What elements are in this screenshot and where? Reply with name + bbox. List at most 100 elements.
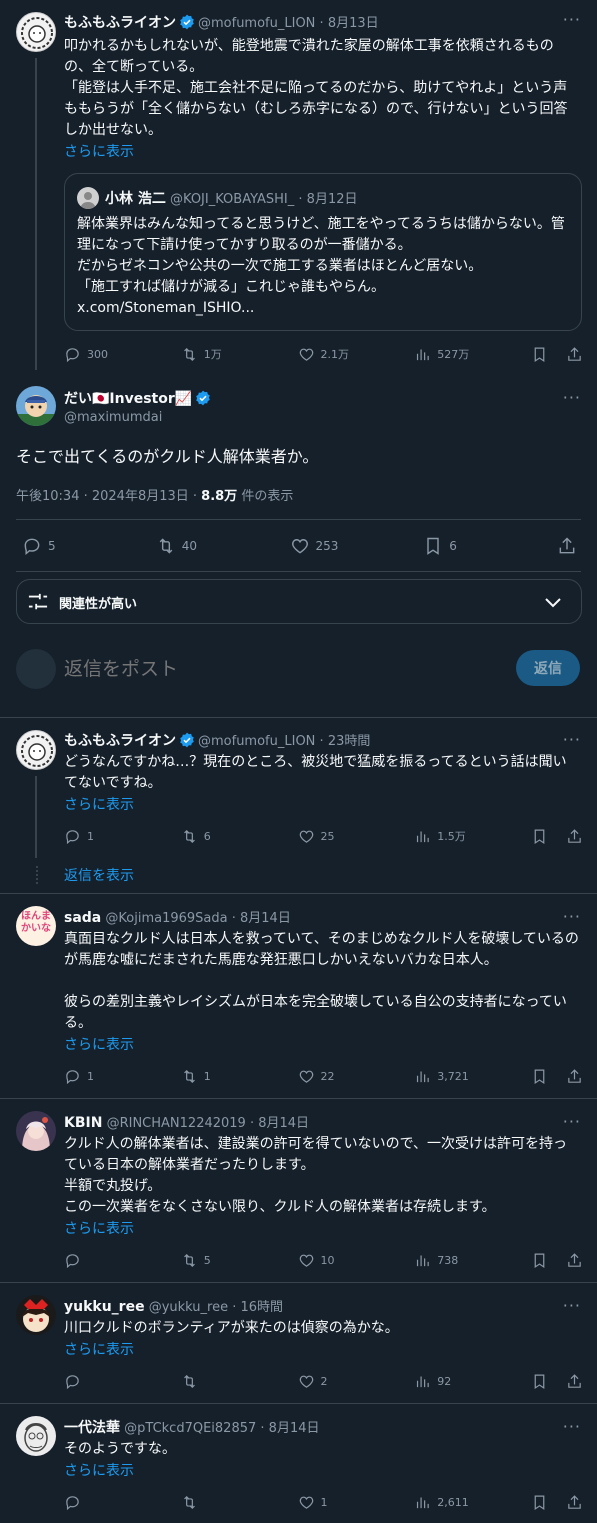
views-button[interactable]: 2,611 [414, 1494, 484, 1511]
reply-input[interactable] [64, 655, 464, 683]
like-button[interactable]: 2 [298, 1373, 368, 1390]
avatar[interactable] [16, 386, 56, 426]
share-icon[interactable] [566, 1373, 583, 1390]
author-name[interactable]: KBIN [64, 1115, 102, 1131]
tweet-meta: 午後10:34 · 2024年8月13日 · 8.8万 件の表示 [16, 489, 294, 504]
like-button[interactable]: 25 [298, 828, 368, 845]
avatar[interactable] [16, 1111, 56, 1151]
more-options-icon[interactable]: ··· [563, 388, 581, 407]
author-handle[interactable]: @Kojima1969Sada [105, 911, 227, 926]
reply-button[interactable]: 5 [22, 536, 112, 556]
share-icon[interactable] [566, 1494, 583, 1511]
avatar[interactable] [16, 12, 56, 52]
bookmark-icon[interactable] [531, 1252, 548, 1269]
reply-button[interactable] [64, 1373, 134, 1390]
bookmark-icon[interactable] [531, 346, 548, 363]
retweet-icon [181, 828, 198, 845]
avatar[interactable] [16, 1295, 56, 1335]
author-name[interactable]: sada [64, 910, 101, 926]
more-options-icon[interactable]: ··· [563, 907, 581, 926]
show-more-link[interactable]: さらに表示 [64, 794, 134, 814]
more-options-icon[interactable]: ··· [563, 730, 581, 749]
share-icon[interactable] [566, 346, 583, 363]
author-handle[interactable]: @RINCHAN12242019 [107, 1116, 246, 1131]
reply-icon [64, 1494, 81, 1511]
show-more-link[interactable]: さらに表示 [64, 1339, 134, 1359]
views-icon [414, 1068, 431, 1085]
avatar[interactable]: ほんま かいな [16, 906, 56, 946]
avatar[interactable] [16, 1416, 56, 1456]
bookmark-icon[interactable] [531, 1068, 548, 1085]
heart-icon [298, 1252, 315, 1269]
author-name[interactable]: もふもふライオン [64, 733, 176, 749]
more-options-icon[interactable]: ··· [563, 1112, 581, 1131]
retweet-button[interactable]: 1万 [181, 346, 251, 363]
reply-button[interactable] [64, 1252, 134, 1269]
views-button[interactable]: 1.5万 [414, 828, 484, 845]
timestamp[interactable]: 8月14日 [258, 1116, 309, 1131]
like-button[interactable]: 2.1万 [298, 346, 368, 363]
like-button[interactable]: 22 [298, 1068, 368, 1085]
author-name[interactable]: もふもふライオン [64, 15, 176, 31]
retweet-button[interactable]: 6 [181, 828, 251, 845]
timestamp[interactable]: 23時間 [328, 734, 371, 749]
author-handle[interactable]: @yukku_ree [149, 1300, 228, 1315]
author-name[interactable]: 一代法華 [64, 1420, 120, 1436]
share-icon[interactable] [566, 828, 583, 845]
post-time[interactable]: 午後10:34 · 2024年8月13日 · [16, 489, 201, 504]
retweet-button[interactable]: 5 [181, 1252, 251, 1269]
avatar[interactable] [16, 730, 56, 770]
like-button[interactable]: 10 [298, 1252, 368, 1269]
show-more-link[interactable]: さらに表示 [64, 1460, 134, 1480]
like-button[interactable]: 1 [298, 1494, 368, 1511]
retweet-button[interactable]: 1 [181, 1068, 251, 1085]
reply-button[interactable] [64, 1494, 134, 1511]
show-replies-link[interactable]: 返信を表示 [64, 865, 134, 885]
tweet-header: もふもふライオン @mofumofu_LION · 8月13日 [64, 15, 379, 31]
author-name[interactable]: だい🇯🇵Investor📈 [64, 391, 192, 407]
share-button[interactable] [557, 536, 577, 556]
views-button[interactable]: 527万 [414, 346, 484, 363]
more-options-icon[interactable]: ··· [563, 1417, 581, 1436]
retweet-button[interactable] [181, 1373, 251, 1390]
reply-button[interactable]: 1 [64, 1068, 134, 1085]
reply-icon [64, 1068, 81, 1085]
retweet-button[interactable]: 40 [156, 536, 246, 556]
bookmark-button[interactable]: 6 [423, 536, 513, 556]
views-icon [414, 828, 431, 845]
author-name[interactable]: yukku_ree [64, 1299, 145, 1315]
lion-avatar-icon [21, 17, 53, 49]
show-more-link[interactable]: さらに表示 [64, 1034, 134, 1054]
author-handle[interactable]: @mofumofu_LION [198, 734, 315, 749]
more-options-icon[interactable]: ··· [563, 1296, 581, 1315]
bookmark-icon[interactable] [531, 1494, 548, 1511]
bookmark-icon[interactable] [531, 828, 548, 845]
like-button[interactable]: 253 [290, 536, 380, 556]
reply-button[interactable]: 1 [64, 828, 134, 845]
show-more-link[interactable]: さらに表示 [64, 141, 134, 161]
tweet-actions: 2 92 [64, 1371, 583, 1391]
more-options-icon[interactable]: ··· [563, 10, 581, 29]
bookmark-icon[interactable] [531, 1373, 548, 1390]
views-button[interactable]: 738 [414, 1252, 484, 1269]
author-handle[interactable]: @mofumofu_LION [198, 16, 315, 31]
quote-author-handle: @KOJI_KOBAYASHI_ [170, 192, 295, 207]
sketch-face-avatar-icon [24, 1423, 48, 1452]
reply-button[interactable]: 300 [64, 346, 134, 363]
author-handle[interactable]: @pTCkcd7QEi82857 [124, 1421, 256, 1436]
timestamp[interactable]: 16時間 [241, 1300, 284, 1315]
retweet-button[interactable] [181, 1494, 251, 1511]
share-icon[interactable] [566, 1252, 583, 1269]
quote-tweet[interactable]: 小林 浩二 @KOJI_KOBAYASHI_ · 8月12日 解体業界はみんな知… [64, 173, 582, 331]
person-sketch-icon [80, 192, 96, 209]
show-more-link[interactable]: さらに表示 [64, 1218, 134, 1238]
timestamp[interactable]: 8月14日 [269, 1421, 320, 1436]
timestamp[interactable]: 8月13日 [328, 16, 379, 31]
views-button[interactable]: 3,721 [414, 1068, 484, 1085]
author-handle[interactable]: @maximumdai [64, 410, 162, 425]
share-icon[interactable] [566, 1068, 583, 1085]
reply-submit-button[interactable]: 返信 [516, 650, 580, 686]
views-button[interactable]: 92 [414, 1373, 484, 1390]
timestamp[interactable]: 8月14日 [240, 911, 291, 926]
reply-sort-dropdown[interactable]: 関連性が高い [16, 579, 582, 624]
